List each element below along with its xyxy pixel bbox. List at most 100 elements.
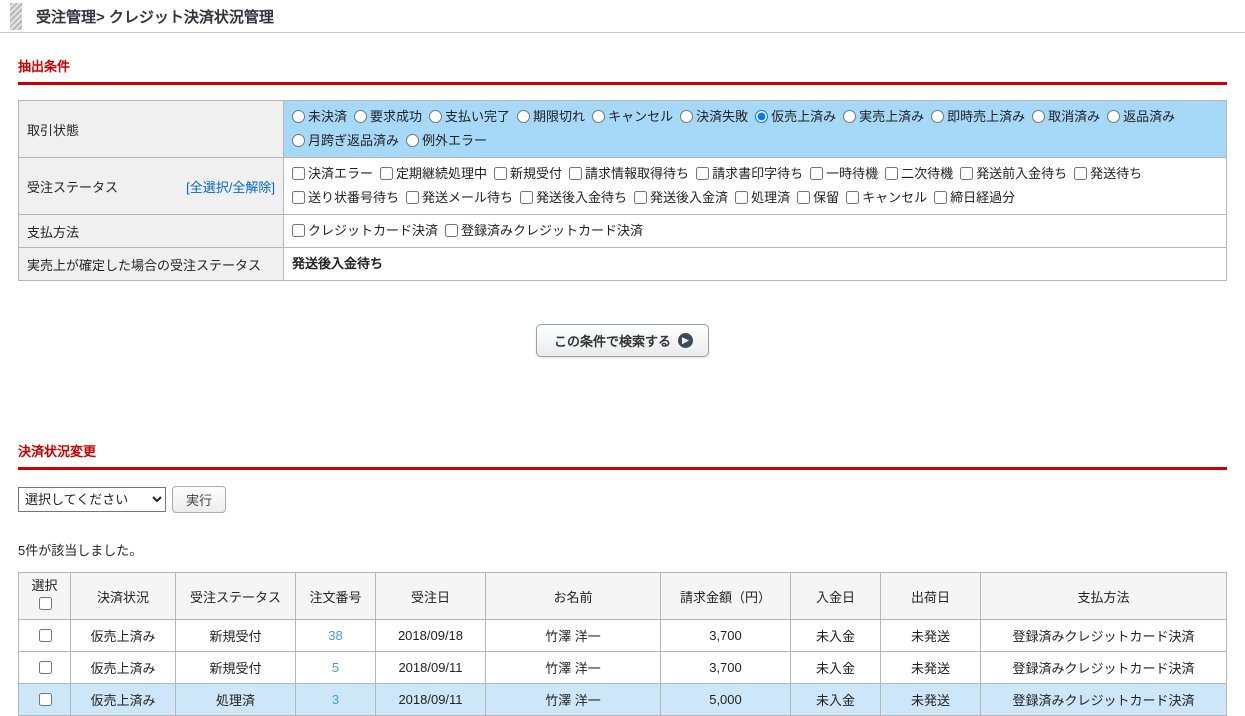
amount-cell: 3,700	[661, 652, 791, 684]
trade-status-option[interactable]: 返品済み	[1107, 109, 1175, 124]
order-status-option-label: キャンセル	[862, 190, 927, 205]
trade-status-radio[interactable]	[1032, 110, 1045, 123]
trade-status-option-label: 取消済み	[1048, 109, 1100, 124]
clear-all-link[interactable]: 全解除	[232, 180, 271, 195]
trade-status-radio[interactable]	[931, 110, 944, 123]
order-status-checkbox[interactable]	[634, 191, 647, 204]
trade-status-option-label: 返品済み	[1123, 109, 1175, 124]
status-change-select[interactable]: 選択してください	[18, 487, 166, 512]
order-status-checkbox[interactable]	[810, 167, 823, 180]
trade-status-option[interactable]: 決済失敗	[680, 109, 748, 124]
order-status-checkbox[interactable]	[696, 167, 709, 180]
order-status-checkbox[interactable]	[494, 167, 507, 180]
order-status-checkbox[interactable]	[846, 191, 859, 204]
trade-status-option[interactable]: 例外エラー	[406, 133, 487, 148]
trade-status-radio[interactable]	[680, 110, 693, 123]
trade-status-option[interactable]: 即時売上済み	[931, 109, 1025, 124]
order-status-checkbox[interactable]	[292, 191, 305, 204]
order-status-checkbox[interactable]	[885, 167, 898, 180]
order-status-option[interactable]: キャンセル	[846, 190, 927, 205]
payment-method-options: クレジットカード決済登録済みクレジットカード決済	[284, 215, 1227, 248]
order-status-option[interactable]: 発送待ち	[1074, 166, 1142, 181]
trade-status-radio[interactable]	[843, 110, 856, 123]
order-number-link[interactable]: 38	[328, 628, 342, 643]
trade-status-option-label: 要求成功	[370, 109, 422, 124]
order-status-option-label: 発送メール待ち	[422, 190, 513, 205]
order-status-option[interactable]: 締日経過分	[934, 190, 1015, 205]
order-status-checkbox[interactable]	[934, 191, 947, 204]
trade-status-option[interactable]: 期限切れ	[517, 109, 585, 124]
results-header-row: 選択決済状況受注ステータス注文番号受注日お名前請求金額（円）入金日出荷日支払方法	[19, 573, 1227, 620]
trade-status-radio[interactable]	[429, 110, 442, 123]
order-status-option[interactable]: 発送後入金済	[634, 190, 728, 205]
order-number-cell: 5	[296, 652, 376, 684]
order-status-option[interactable]: 新規受付	[494, 166, 562, 181]
ship-date-cell: 未発送	[881, 684, 981, 716]
row-select-checkbox[interactable]	[39, 693, 52, 706]
order-status-option[interactable]: 請求情報取得待ち	[569, 166, 689, 181]
trade-status-option[interactable]: 仮売上済み	[755, 109, 836, 124]
payment-status-cell: 仮売上済み	[71, 620, 176, 652]
order-status-option[interactable]: 発送後入金待ち	[520, 190, 627, 205]
order-status-checkbox[interactable]	[292, 167, 305, 180]
trade-status-radio[interactable]	[292, 110, 305, 123]
trade-status-option[interactable]: 実売上済み	[843, 109, 924, 124]
order-status-checkbox[interactable]	[380, 167, 393, 180]
order-status-option[interactable]: 処理済	[735, 190, 790, 205]
order-status-option[interactable]: 請求書印字待ち	[696, 166, 803, 181]
order-status-checkbox[interactable]	[960, 167, 973, 180]
order-status-option[interactable]: 送り状番号待ち	[292, 190, 399, 205]
trade-status-radio[interactable]	[292, 134, 305, 147]
trade-status-option-label: 月跨ぎ返品済み	[308, 133, 399, 148]
order-status-option-label: 決済エラー	[308, 166, 373, 181]
trade-status-radio[interactable]	[755, 110, 768, 123]
column-header-3: 受注ステータス	[176, 573, 296, 620]
order-status-checkbox[interactable]	[1074, 167, 1087, 180]
trade-status-option-label: 実売上済み	[859, 109, 924, 124]
order-status-option[interactable]: 定期継続処理中	[380, 166, 487, 181]
order-number-link[interactable]: 3	[332, 692, 339, 707]
order-status-checkbox[interactable]	[797, 191, 810, 204]
row-select-cell	[19, 684, 71, 716]
order-status-option[interactable]: 二次待機	[885, 166, 953, 181]
order-status-option[interactable]: 発送メール待ち	[406, 190, 513, 205]
payment-method-label: 支払方法	[19, 215, 284, 248]
trade-status-radio[interactable]	[517, 110, 530, 123]
trade-status-option[interactable]: 要求成功	[354, 109, 422, 124]
order-status-option-label: 発送待ち	[1090, 166, 1142, 181]
payment-method-option[interactable]: クレジットカード決済	[292, 223, 438, 238]
row-select-checkbox[interactable]	[39, 661, 52, 674]
order-status-checkbox[interactable]	[406, 191, 419, 204]
trade-status-option[interactable]: 月跨ぎ返品済み	[292, 133, 399, 148]
payment-method-checkbox[interactable]	[445, 224, 458, 237]
select-column-label: 選択	[25, 578, 64, 594]
trade-status-option[interactable]: 支払い完了	[429, 109, 510, 124]
filter-conditions-table: 取引状態 未決済要求成功支払い完了期限切れキャンセル決済失敗仮売上済み実売上済み…	[18, 100, 1227, 281]
order-status-checkbox[interactable]	[520, 191, 533, 204]
select-all-link[interactable]: 全選択	[190, 180, 229, 195]
payment-method-option[interactable]: 登録済みクレジットカード決済	[445, 223, 643, 238]
order-number-link[interactable]: 5	[332, 660, 339, 675]
payment-method-checkbox[interactable]	[292, 224, 305, 237]
order-status-option[interactable]: 保留	[797, 190, 839, 205]
order-status-option[interactable]: 決済エラー	[292, 166, 373, 181]
result-row: 仮売上済み新規受付52018/09/11竹澤 洋一3,700未入金未発送登録済み…	[19, 652, 1227, 684]
trade-status-radio[interactable]	[354, 110, 367, 123]
column-header-10: 支払方法	[981, 573, 1227, 620]
trade-status-option[interactable]: 取消済み	[1032, 109, 1100, 124]
search-button[interactable]: この条件で検索する ▶	[536, 324, 709, 357]
trade-status-option-label: 支払い完了	[445, 109, 510, 124]
row-select-checkbox[interactable]	[39, 629, 52, 642]
trade-status-option[interactable]: 未決済	[292, 109, 347, 124]
order-status-checkbox[interactable]	[569, 167, 582, 180]
trade-status-radio[interactable]	[406, 134, 419, 147]
order-status-option[interactable]: 発送前入金待ち	[960, 166, 1067, 181]
trade-status-option[interactable]: キャンセル	[592, 109, 673, 124]
order-status-label: 受注ステータス	[27, 177, 118, 196]
order-status-checkbox[interactable]	[735, 191, 748, 204]
trade-status-radio[interactable]	[592, 110, 605, 123]
order-status-option[interactable]: 一時待機	[810, 166, 878, 181]
trade-status-radio[interactable]	[1107, 110, 1120, 123]
select-all-checkbox[interactable]	[39, 597, 52, 610]
execute-button[interactable]: 実行	[172, 486, 226, 513]
